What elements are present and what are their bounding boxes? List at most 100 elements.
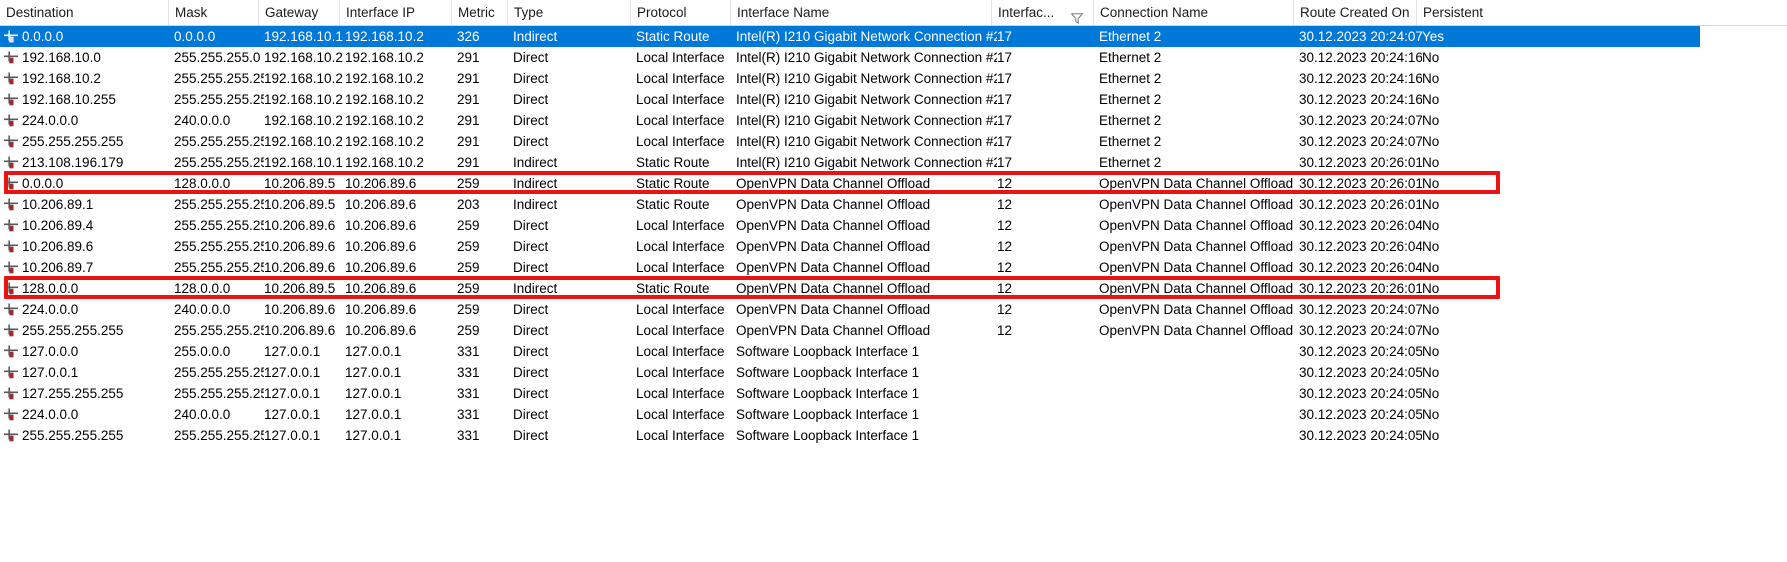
cell-connection_name: Ethernet 2 xyxy=(1099,155,1162,170)
column-header-route_created_on[interactable]: Route Created On xyxy=(1293,0,1416,25)
cell-mask: 255.255.255.255 xyxy=(174,365,264,380)
cell-route_created_on: 30.12.2023 20:24:05 xyxy=(1299,344,1422,359)
filter-funnel-icon[interactable] xyxy=(1070,7,1084,25)
cell-protocol: Local Interface xyxy=(636,428,725,443)
cell-type: Direct xyxy=(513,302,549,317)
column-header-persistent[interactable]: Persistent xyxy=(1416,0,1496,25)
table-row[interactable]: 10.206.89.7255.255.255.25510.206.89.610.… xyxy=(0,257,1787,278)
table-row[interactable]: 224.0.0.0 240.0.0.0 10.206.89.6 10.206.89.6… xyxy=(0,299,1787,320)
cell-connection_name: Ethernet 2 xyxy=(1099,134,1162,149)
table-row[interactable]: 127.0.0.1255.255.255.255127.0.0.1127.0.0… xyxy=(0,362,1787,383)
cell-protocol: Local Interface xyxy=(636,323,725,338)
table-row[interactable]: 127.0.0.0 255.0.0.0 127.0.0.1 127.0.0.1 331 D… xyxy=(0,341,1787,362)
cell-destination: 192.168.10.0 xyxy=(22,50,101,65)
cell-destination: 10.206.89.1 xyxy=(22,197,94,212)
cell-mask: 240.0.0.0 xyxy=(174,302,231,317)
cell-type: Direct xyxy=(513,323,549,338)
table-row[interactable]: 127.255.255.255255.255.255.255127.0.0.11… xyxy=(0,383,1787,404)
cell-connection_name: Ethernet 2 xyxy=(1099,92,1162,107)
cell-type: Direct xyxy=(513,50,549,65)
route-entry-icon xyxy=(4,387,18,401)
cell-destination: 0.0.0.0 xyxy=(22,176,64,191)
table-row[interactable]: 255.255.255.255255.255.255.255192.168.10… xyxy=(0,131,1787,152)
column-header-label: Type xyxy=(514,5,544,20)
cell-protocol: Local Interface xyxy=(636,134,725,149)
cell-interface_ip: 127.0.0.1 xyxy=(345,344,402,359)
cell-interface_name: Intel(R) I210 Gigabit Network Connection… xyxy=(736,50,997,65)
cell-destination: 127.0.0.0 xyxy=(22,344,79,359)
column-header-interface_index[interactable]: Interfac... xyxy=(991,0,1093,25)
cell-persistent: No xyxy=(1422,323,1440,338)
cell-interface_name: Intel(R) I210 Gigabit Network Connection… xyxy=(736,71,997,86)
cell-interface_index: 12 xyxy=(997,239,1013,254)
table-row[interactable]: 213.108.196.179255.255.255.255192.168.10… xyxy=(0,152,1787,173)
column-header-interface_ip[interactable]: Interface IP xyxy=(339,0,451,25)
cell-persistent: No xyxy=(1422,71,1440,86)
cell-interface_ip: 10.206.89.6 xyxy=(345,197,417,212)
cell-type: Direct xyxy=(513,218,549,233)
cell-persistent: No xyxy=(1422,386,1440,401)
cell-destination: 224.0.0.0 xyxy=(22,407,79,422)
cell-protocol: Local Interface xyxy=(636,239,725,254)
cell-gateway: 10.206.89.6 xyxy=(264,302,336,317)
cell-interface_ip: 192.168.10.2 xyxy=(345,29,424,44)
route-entry-icon xyxy=(4,345,18,359)
table-row[interactable]: 0.0.0.0 0.0.0.0 192.168.10.1 192.168.10.2 32… xyxy=(0,26,1700,47)
column-header-metric[interactable]: Metric xyxy=(451,0,507,25)
cell-interface_name: OpenVPN Data Channel Offload xyxy=(736,176,931,191)
table-row[interactable]: 192.168.10.0 255.255.255.0 192.168.10.2 192… xyxy=(0,47,1787,68)
cell-connection_name: Ethernet 2 xyxy=(1099,29,1162,44)
cell-protocol: Static Route xyxy=(636,29,710,44)
column-header-destination[interactable]: Destination xyxy=(0,0,170,25)
cell-gateway: 10.206.89.6 xyxy=(264,260,336,275)
table-row[interactable]: 224.0.0.0 240.0.0.0 192.168.10.2 192.168.10… xyxy=(0,110,1787,131)
table-row[interactable]: 255.255.255.255255.255.255.255127.0.0.11… xyxy=(0,425,1787,446)
cell-gateway: 127.0.0.1 xyxy=(264,407,321,422)
cell-mask: 255.0.0.0 xyxy=(174,344,231,359)
cell-protocol: Local Interface xyxy=(636,302,725,317)
table-row[interactable]: 192.168.10.255255.255.255.255192.168.10.… xyxy=(0,89,1787,110)
cell-protocol: Local Interface xyxy=(636,218,725,233)
cell-route_created_on: 30.12.2023 20:24:05 xyxy=(1299,428,1422,443)
cell-protocol: Static Route xyxy=(636,155,710,170)
column-header-gateway[interactable]: Gateway xyxy=(258,0,339,25)
route-entry-icon xyxy=(4,240,18,254)
cell-mask: 255.255.255.255 xyxy=(174,323,264,338)
cell-interface_name: Software Loopback Interface 1 xyxy=(736,386,920,401)
route-entry-icon xyxy=(4,114,18,128)
column-header-interface_name[interactable]: Interface Name xyxy=(730,0,991,25)
table-row[interactable]: 192.168.10.2255.255.255.255192.168.10.21… xyxy=(0,68,1787,89)
table-row[interactable]: 10.206.89.6255.255.255.25510.206.89.610.… xyxy=(0,236,1787,257)
cell-route_created_on: 30.12.2023 20:24:16 xyxy=(1299,71,1422,86)
cell-route_created_on: 30.12.2023 20:26:01 xyxy=(1299,176,1422,191)
cell-interface_ip: 192.168.10.2 xyxy=(345,71,424,86)
cell-gateway: 10.206.89.6 xyxy=(264,323,336,338)
table-body: 0.0.0.0 0.0.0.0 192.168.10.1 192.168.10.2 32… xyxy=(0,26,1787,446)
column-header-label: Metric xyxy=(458,5,495,20)
cell-interface_name: OpenVPN Data Channel Offload xyxy=(736,239,931,254)
cell-interface_index xyxy=(997,341,1099,362)
table-row[interactable]: 224.0.0.0 240.0.0.0 127.0.0.1 127.0.0.1 331 D… xyxy=(0,404,1787,425)
cell-interface_name: Intel(R) I210 Gigabit Network Connection… xyxy=(736,29,997,44)
column-header-protocol[interactable]: Protocol xyxy=(630,0,730,25)
route-entry-icon xyxy=(4,177,18,191)
cell-metric: 259 xyxy=(457,302,480,317)
cell-gateway: 192.168.10.1 xyxy=(264,155,343,170)
cell-interface_name: Software Loopback Interface 1 xyxy=(736,365,920,380)
cell-route_created_on: 30.12.2023 20:26:01 xyxy=(1299,155,1422,170)
column-header-type[interactable]: Type xyxy=(507,0,630,25)
cell-interface_name: OpenVPN Data Channel Offload xyxy=(736,260,931,275)
table-row[interactable]: 255.255.255.255255.255.255.25510.206.89.… xyxy=(0,320,1787,341)
table-row[interactable]: 0.0.0.0 128.0.0.0 10.206.89.5 10.206.89.6 25… xyxy=(0,173,1787,194)
table-row[interactable]: 128.0.0.0 128.0.0.0 10.206.89.5 10.206.89.6… xyxy=(0,278,1787,299)
table-row[interactable]: 10.206.89.4255.255.255.25210.206.89.610.… xyxy=(0,215,1787,236)
cell-persistent: No xyxy=(1422,176,1440,191)
table-header-row[interactable]: Destination Mask Gateway Interface IP Metric… xyxy=(0,0,1787,26)
cell-mask: 240.0.0.0 xyxy=(174,407,231,422)
table-row[interactable]: 10.206.89.1 255.255.255.25510.206.89.5 10.… xyxy=(0,194,1787,215)
column-header-connection_name[interactable]: Connection Name xyxy=(1093,0,1293,25)
cell-destination: 127.255.255.255 xyxy=(22,386,124,401)
route-entry-icon xyxy=(4,198,18,212)
column-header-mask[interactable]: Mask xyxy=(168,0,258,25)
cell-gateway: 192.168.10.2 xyxy=(264,134,343,149)
